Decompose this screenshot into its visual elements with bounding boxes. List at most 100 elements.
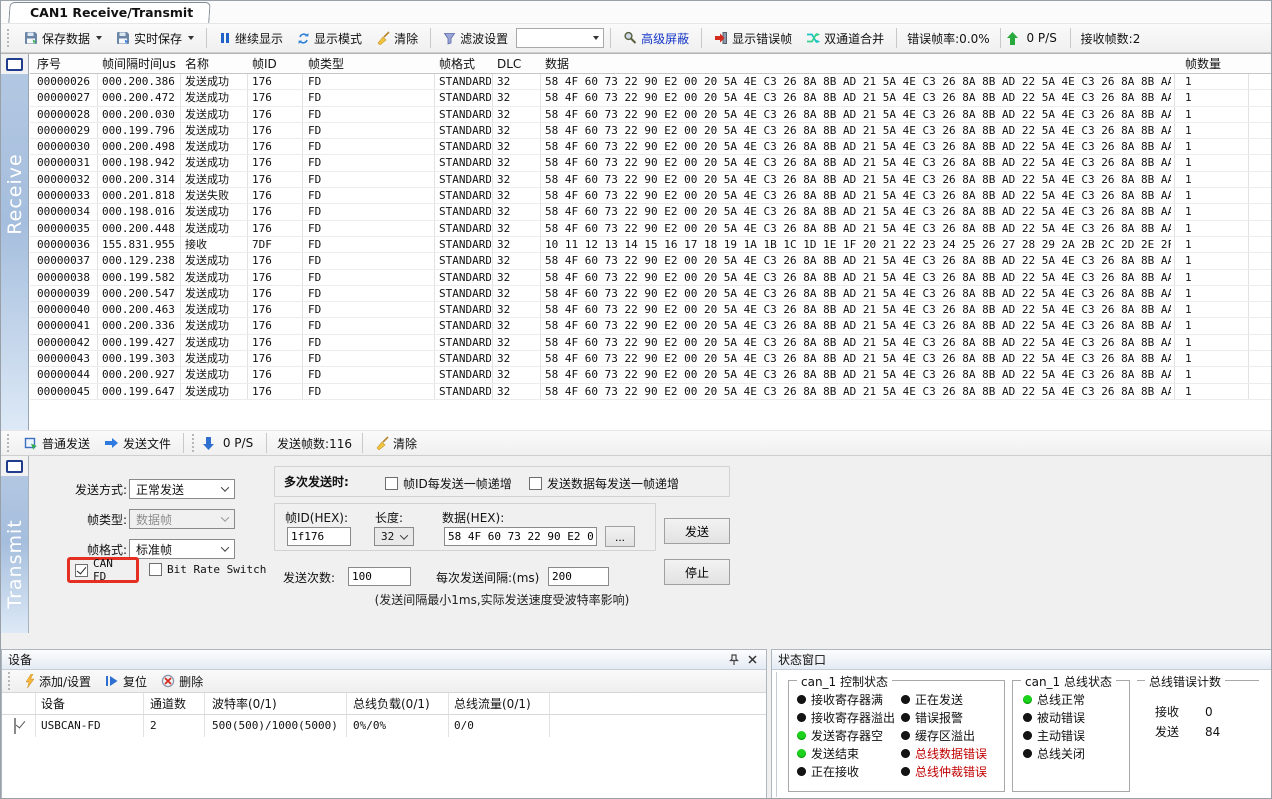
table-row[interactable]: 00000041000.200.336发送成功176FDSTANDARD3258… — [30, 318, 1272, 334]
cell: FD — [308, 286, 432, 302]
data-hex-input[interactable] — [444, 527, 597, 546]
clear-button[interactable]: 清除 — [370, 27, 424, 50]
cell: 58 4F 60 73 22 90 E2 00 20 5A 4E C3 26 8… — [545, 286, 1171, 302]
control-status-title: can_1 控制状态 — [797, 673, 892, 690]
table-row[interactable]: 00000037000.129.238发送成功176FDSTANDARD3258… — [30, 253, 1272, 269]
column-header[interactable]: DLC — [497, 54, 541, 74]
delete-button[interactable]: 删除 — [155, 670, 209, 693]
stop-button[interactable]: 停止 — [664, 559, 730, 585]
table-row[interactable]: 00000038000.199.582发送成功176FDSTANDARD3258… — [30, 270, 1272, 286]
column-header[interactable]: 帧类型 — [308, 54, 432, 74]
filter-settings-button[interactable]: 滤波设置 — [437, 27, 514, 50]
bit-rate-switch-label: Bit Rate Switch — [167, 563, 266, 576]
receive-side-tab[interactable]: Receive — [1, 54, 29, 430]
separator — [1000, 28, 1001, 48]
cell: 58 4F 60 73 22 90 E2 00 20 5A 4E C3 26 8… — [545, 204, 1171, 220]
table-row[interactable]: 00000032000.200.314发送成功176FDSTANDARD3258… — [30, 172, 1272, 188]
table-row[interactable]: 00000042000.199.427发送成功176FDSTANDARD3258… — [30, 335, 1272, 351]
frame-id-input[interactable] — [287, 527, 351, 546]
table-row[interactable]: 00000034000.198.016发送成功176FDSTANDARD3258… — [30, 204, 1272, 220]
column-header[interactable]: 帧格式 — [439, 54, 491, 74]
table-row[interactable]: 00000027000.200.472发送成功176FDSTANDARD3258… — [30, 90, 1272, 106]
tx-clear-button[interactable]: 清除 — [369, 432, 423, 455]
interval-input[interactable] — [548, 567, 609, 586]
table-row[interactable]: 00000031000.198.942发送成功176FDSTANDARD3258… — [30, 155, 1272, 171]
add-config-button[interactable]: 添加/设置 — [19, 670, 97, 693]
cell: STANDARD — [439, 155, 491, 171]
send-button[interactable]: 发送 — [664, 518, 730, 544]
broom-icon — [376, 31, 390, 45]
display-mode-button[interactable]: 显示模式 — [291, 27, 368, 50]
receive-table: 序号 帧间隔时间us 名称 帧ID 帧类型 帧格式 DLC 数据 帧数量 000… — [30, 54, 1272, 430]
data-hex-label: 数据(HEX): — [442, 509, 504, 527]
transmit-select-checkbox[interactable] — [6, 460, 23, 473]
table-row[interactable]: 00000043000.199.303发送成功176FDSTANDARD3258… — [30, 351, 1272, 367]
pin-icon[interactable] — [726, 652, 742, 668]
table-row[interactable]: 00000036155.831.955接收7DFFDSTANDARD3210 1… — [30, 237, 1272, 253]
close-icon[interactable] — [744, 652, 760, 668]
transmit-side-tab[interactable]: Transmit — [1, 456, 29, 633]
cell: 176 — [252, 384, 304, 400]
led-on-icon — [1023, 695, 1032, 704]
can-fd-checkbox[interactable] — [75, 564, 88, 577]
column-header[interactable]: 名称 — [185, 54, 249, 74]
reset-button[interactable]: 复位 — [99, 670, 153, 693]
table-row[interactable]: 00000035000.200.448发送成功176FDSTANDARD3258… — [30, 221, 1272, 237]
realtime-save-button[interactable]: 实时保存 — [110, 27, 200, 50]
status-label: 总线正常 — [1037, 691, 1085, 708]
filter-preset-combobox[interactable] — [516, 28, 604, 48]
device-row[interactable]: USBCAN-FD 2 500(500)/1000(5000) 0%/0% 0/… — [2, 715, 766, 737]
tab-can1-receive-transmit[interactable]: CAN1 Receive/Transmit — [8, 2, 211, 23]
table-row[interactable]: 00000029000.199.796发送成功176FDSTANDARD3258… — [30, 123, 1272, 139]
send-mode-combobox[interactable]: 正常发送 — [129, 479, 235, 499]
cell: 1 — [1185, 123, 1245, 139]
length-combobox[interactable]: 32 — [374, 527, 414, 546]
send-file-button[interactable]: 发送文件 — [98, 432, 177, 455]
toolbar-gripper — [7, 29, 12, 47]
tab-title: CAN1 Receive/Transmit — [30, 3, 193, 23]
column-header[interactable]: 帧ID — [252, 54, 304, 74]
transmit-side-label: Transmit — [4, 519, 26, 608]
cell: FD — [308, 221, 432, 237]
cell: 00000042 — [37, 335, 95, 351]
led-off-icon — [901, 749, 910, 758]
show-error-frames-button[interactable]: 显示错误帧 — [708, 27, 798, 50]
cell: 58 4F 60 73 22 90 E2 00 20 5A 4E C3 26 8… — [545, 155, 1171, 171]
table-row[interactable]: 00000033000.201.818发送失败176FDSTANDARD3258… — [30, 188, 1272, 204]
column-header[interactable]: 波特率(0/1) — [212, 693, 277, 715]
column-header[interactable]: 序号 — [37, 54, 95, 74]
table-row[interactable]: 00000045000.199.647发送成功176FDSTANDARD3258… — [30, 384, 1272, 400]
table-row[interactable]: 00000044000.200.927发送成功176FDSTANDARD3258… — [30, 367, 1272, 383]
normal-send-button[interactable]: 普通发送 — [18, 432, 96, 455]
column-header[interactable]: 总线负载(0/1) — [353, 693, 430, 715]
continue-display-button[interactable]: 继续显示 — [213, 27, 289, 50]
column-header[interactable]: 数据 — [545, 54, 1171, 74]
column-header[interactable]: 帧间隔时间us — [102, 54, 182, 74]
status-label: 正在发送 — [915, 691, 963, 708]
data-more-button[interactable]: ... — [605, 526, 635, 547]
send-count-input[interactable] — [348, 567, 411, 586]
advanced-shield-button[interactable]: 高级屏蔽 — [617, 27, 695, 50]
device-enable-checkbox[interactable] — [14, 718, 16, 734]
dual-channel-merge-button[interactable]: 双通道合并 — [800, 27, 890, 50]
table-row[interactable]: 00000030000.200.498发送成功176FDSTANDARD3258… — [30, 139, 1272, 155]
device-table-header[interactable]: 设备 通道数 波特率(0/1) 总线负载(0/1) 总线流量(0/1) — [2, 693, 766, 715]
column-header[interactable]: 帧数量 — [1185, 54, 1245, 74]
inc-frame-id-checkbox[interactable] — [385, 477, 398, 490]
column-header[interactable]: 设备 — [41, 693, 65, 715]
table-row[interactable]: 00000028000.200.030发送成功176FDSTANDARD3258… — [30, 107, 1272, 123]
device-baud-cell: 500(500)/1000(5000) — [212, 715, 338, 737]
table-row[interactable]: 00000040000.200.463发送成功176FDSTANDARD3258… — [30, 302, 1272, 318]
column-header[interactable]: 总线流量(0/1) — [454, 693, 531, 715]
frame-format-combobox[interactable]: 标准帧 — [129, 539, 235, 559]
select-all-checkbox[interactable] — [6, 58, 23, 71]
table-row[interactable]: 00000039000.200.547发送成功176FDSTANDARD3258… — [30, 286, 1272, 302]
inc-data-checkbox[interactable] — [529, 477, 542, 490]
table-header[interactable]: 序号 帧间隔时间us 名称 帧ID 帧类型 帧格式 DLC 数据 帧数量 — [30, 54, 1272, 74]
save-data-button[interactable]: 保存数据 — [18, 27, 108, 50]
frame-type-combobox[interactable]: 数据帧 — [129, 509, 235, 529]
table-row[interactable]: 00000026000.200.386发送成功176FDSTANDARD3258… — [30, 74, 1272, 90]
column-header[interactable]: 通道数 — [150, 693, 186, 715]
show-error-frames-label: 显示错误帧 — [732, 30, 792, 47]
bit-rate-switch-checkbox[interactable] — [149, 563, 162, 576]
